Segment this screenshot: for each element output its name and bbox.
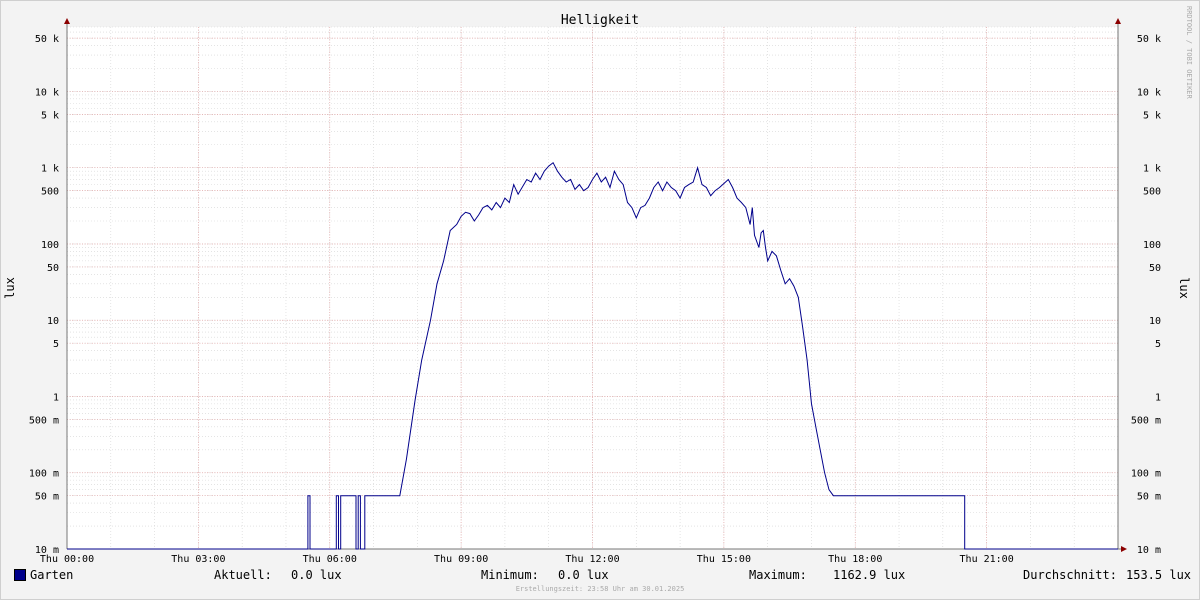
rrdtool-watermark: RRDTOOL / TOBI OETIKER	[1185, 6, 1193, 100]
x-tick-label: Thu 03:00	[171, 554, 225, 565]
y-tick-label-left: 5	[53, 339, 59, 350]
y-tick-label-left: 100 m	[29, 469, 59, 480]
legend-series-name: Garten	[30, 568, 74, 582]
y-tick-label-right: 10 m	[1137, 545, 1161, 556]
y-tick-label-left: 50 m	[35, 492, 59, 503]
minimum-label: Minimum:	[481, 568, 539, 582]
x-tick-label: Thu 00:00	[40, 554, 94, 565]
y-axis-label-right: lux	[1177, 277, 1191, 299]
minimum-value: 0.0 lux	[558, 568, 609, 582]
brightness-chart: 50 k 50 k 10 k 10 k 5 k 5 k 1 k 1 k 500 500 100 100…	[3, 6, 1193, 565]
chart-title: Helligkeit	[561, 13, 639, 28]
x-axis-arrow	[1121, 546, 1127, 552]
y-axis-arrow-left	[64, 18, 70, 24]
y-tick-label-left: 100	[41, 240, 59, 251]
y-tick-label-right: 50 k	[1137, 34, 1161, 45]
x-tick-label: Thu 21:00	[960, 554, 1014, 565]
y-tick-label-left: 10 k	[35, 87, 59, 98]
y-tick-label-right: 100	[1143, 240, 1161, 251]
maximum-value: 1162.9 lux	[833, 568, 906, 582]
y-tick-label-left: 1	[53, 392, 59, 403]
y-tick-label-right: 500 m	[1131, 415, 1161, 426]
x-tick-label: Thu 09:00	[434, 554, 488, 565]
creation-time-footer: Erstellungszeit: 23:58 Uhr am 30.01.2025	[515, 585, 685, 593]
y-tick-label-right: 10 k	[1137, 87, 1161, 98]
y-tick-label-left: 10	[47, 316, 59, 327]
y-tick-label-right: 5	[1155, 339, 1161, 350]
y-tick-label-left: 500	[41, 187, 59, 198]
y-tick-label-left: 1 k	[41, 164, 59, 175]
x-tick-label: Thu 18:00	[828, 554, 882, 565]
y-tick-label-left: 50 k	[35, 34, 59, 45]
y-tick-label-left: 50	[47, 263, 59, 274]
average-value: 153.5 lux	[1126, 568, 1192, 582]
legend: Garten Aktuell: 0.0 lux Minimum: 0.0 lux…	[14, 568, 1191, 584]
y-axis-arrow-right	[1115, 18, 1121, 24]
y-tick-label-right: 1 k	[1143, 164, 1161, 175]
y-axis-label-left: lux	[3, 277, 17, 299]
y-tick-label-right: 500	[1143, 187, 1161, 198]
y-tick-label-right: 5 k	[1143, 110, 1161, 121]
y-tick-label-left: 500 m	[29, 415, 59, 426]
x-tick-label: Thu 15:00	[697, 554, 751, 565]
y-tick-label-right: 1	[1155, 392, 1161, 403]
y-tick-label-right: 50 m	[1137, 492, 1161, 503]
average-label: Durchschnitt:	[1023, 568, 1117, 582]
current-label: Aktuell:	[214, 568, 272, 582]
x-tick-label: Thu 06:00	[303, 554, 357, 565]
y-tick-label-right: 100 m	[1131, 469, 1161, 480]
y-tick-label-right: 50	[1149, 263, 1161, 274]
y-tick-label-left: 5 k	[41, 110, 59, 121]
maximum-label: Maximum:	[749, 568, 807, 582]
current-value: 0.0 lux	[291, 568, 342, 582]
series-color-swatch	[14, 569, 26, 581]
y-tick-label-right: 10	[1149, 316, 1161, 327]
x-tick-label: Thu 12:00	[565, 554, 619, 565]
